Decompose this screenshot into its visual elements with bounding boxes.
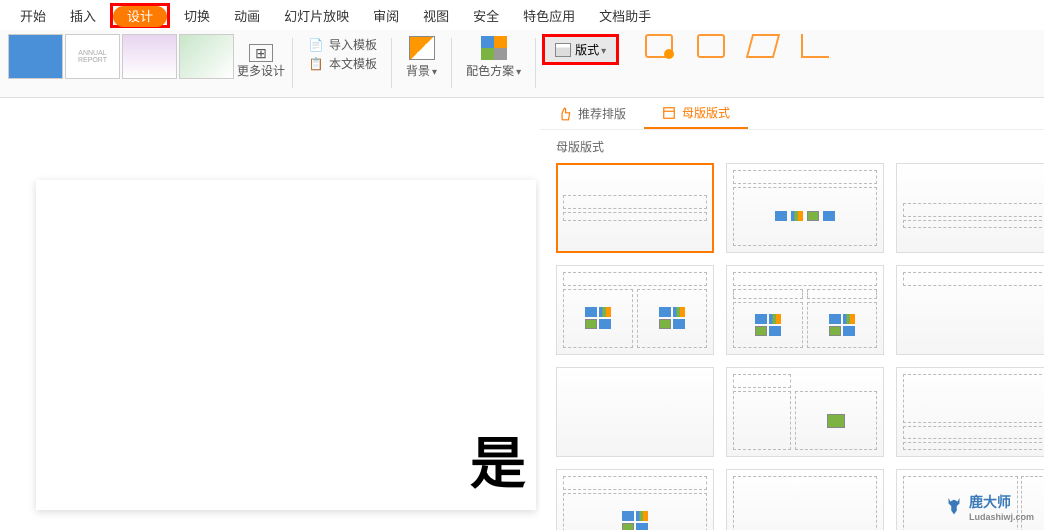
tab-animation[interactable]: 动画 [222, 2, 272, 29]
layout-vertical-text[interactable] [556, 469, 714, 530]
slide-size-icon[interactable] [697, 34, 725, 58]
subtab-recommended[interactable]: 推荐排版 [540, 98, 644, 129]
main-tab-bar: 开始 插入 设计 切换 动画 幻灯片放映 审阅 视图 安全 特色应用 文档助手 [0, 0, 1044, 30]
theme-thumb[interactable] [122, 34, 177, 79]
background-icon [409, 36, 435, 60]
import-template-button[interactable]: 📄 导入模板 [307, 36, 377, 53]
content-area: 是 母版版式 [0, 130, 1044, 530]
deer-icon [943, 496, 965, 518]
layout-dropdown-button[interactable]: 版式 [545, 37, 616, 62]
tab-transition[interactable]: 切换 [172, 2, 222, 29]
layout-section-header[interactable] [896, 163, 1044, 253]
layout-sub-tabs: 推荐排版 母版版式 [540, 98, 1044, 130]
template-icon: 📋 [307, 56, 325, 72]
panel-title: 母版版式 [556, 138, 1028, 155]
slide-text: 是 [470, 419, 526, 500]
slide-canvas-area: 是 [0, 130, 540, 530]
background-group[interactable]: 背景 [398, 34, 445, 81]
layout-grid-icon [662, 106, 676, 120]
subtab-master-label: 母版版式 [682, 104, 730, 121]
separator [451, 38, 452, 88]
layout-label: 版式 [575, 41, 606, 58]
highlight-layout: 版式 [542, 34, 619, 65]
format-bg-icon[interactable] [746, 34, 780, 58]
thumbs-up-icon [558, 107, 572, 121]
subtab-recommended-label: 推荐排版 [578, 105, 626, 122]
ribbon: ANNUALREPORT ⊞ 更多设计 📄 导入模板 📋 本文模板 背景 配色方… [0, 30, 1044, 98]
theme-thumb[interactable]: ANNUALREPORT [65, 34, 120, 79]
tab-slideshow[interactable]: 幻灯片放映 [272, 2, 361, 29]
tab-security[interactable]: 安全 [461, 2, 511, 29]
more-designs-button[interactable]: ⊞ 更多设计 [236, 34, 286, 89]
layout-two-content[interactable] [556, 265, 714, 355]
tab-doc-assist[interactable]: 文档助手 [587, 2, 663, 29]
tab-special[interactable]: 特色应用 [511, 2, 587, 29]
layout-comparison[interactable] [726, 265, 884, 355]
watermark: 鹿大师 Ludashiwj.com [943, 492, 1034, 522]
layout-vertical-title[interactable] [726, 469, 884, 530]
tab-start[interactable]: 开始 [8, 2, 58, 29]
separator [292, 38, 293, 88]
layout-title-only[interactable] [896, 265, 1044, 355]
template-group: 📄 导入模板 📋 本文模板 [299, 34, 385, 74]
page-setup-icon[interactable] [645, 34, 673, 58]
layout-grid [556, 163, 1028, 530]
tool-icon[interactable] [801, 34, 829, 58]
subtab-master[interactable]: 母版版式 [644, 98, 748, 129]
this-template-label: 本文模板 [329, 55, 377, 72]
theme-thumb[interactable] [8, 34, 63, 79]
tab-review[interactable]: 审阅 [361, 2, 411, 29]
tab-design[interactable]: 设计 [113, 6, 167, 27]
separator [535, 38, 536, 88]
import-template-label: 导入模板 [329, 36, 377, 53]
color-scheme-icon [481, 36, 507, 60]
highlight-design: 设计 [110, 3, 170, 28]
color-scheme-group[interactable]: 配色方案 [458, 34, 529, 81]
import-icon: 📄 [307, 37, 325, 53]
more-designs-label: 更多设计 [237, 62, 285, 79]
tab-insert[interactable]: 插入 [58, 2, 108, 29]
this-template-button[interactable]: 📋 本文模板 [307, 55, 377, 72]
background-label: 背景 [406, 62, 437, 79]
layout-title-slide[interactable] [556, 163, 714, 253]
layout-content-caption[interactable] [726, 367, 884, 457]
color-scheme-label: 配色方案 [466, 62, 521, 79]
tab-view[interactable]: 视图 [411, 2, 461, 29]
design-theme-gallery: ANNUALREPORT [8, 34, 234, 79]
watermark-brand: 鹿大师 [969, 494, 1011, 510]
watermark-url: Ludashiwj.com [969, 512, 1034, 522]
slide-preview[interactable]: 是 [36, 180, 536, 510]
layout-panel: 母版版式 [540, 130, 1044, 530]
separator [391, 38, 392, 88]
theme-thumb[interactable] [179, 34, 234, 79]
layout-picture-caption[interactable] [896, 367, 1044, 457]
layout-icon [555, 43, 571, 57]
layout-title-content[interactable] [726, 163, 884, 253]
grid-icon: ⊞ [249, 44, 273, 62]
layout-blank[interactable] [556, 367, 714, 457]
